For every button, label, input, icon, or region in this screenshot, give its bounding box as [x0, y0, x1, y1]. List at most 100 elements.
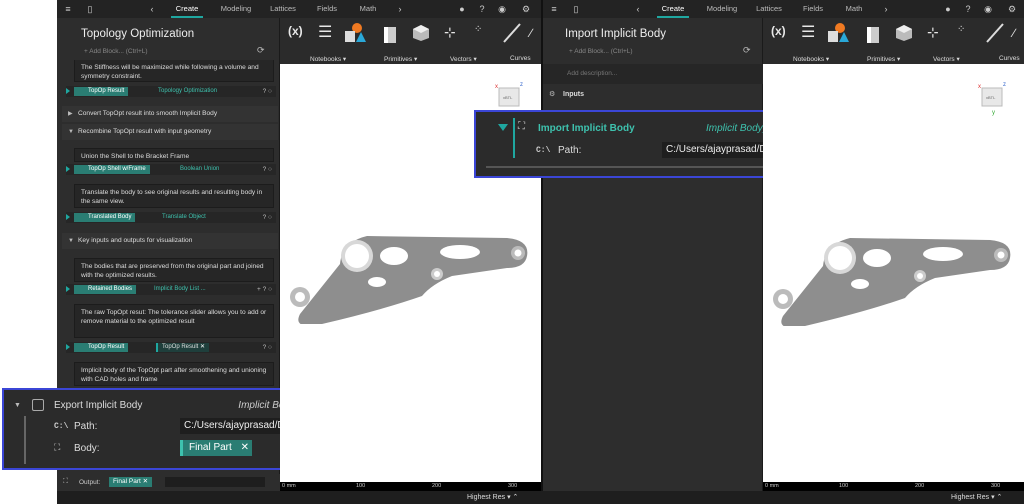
drive-icon: C:\ — [54, 422, 69, 431]
point-cloud-icon[interactable]: ⁘ — [957, 24, 965, 35]
block-output-pill[interactable]: TopOp Result — [74, 87, 129, 96]
help-icon[interactable]: ? — [961, 0, 975, 18]
line-icon[interactable] — [985, 22, 1005, 46]
shapes-icon[interactable] — [825, 20, 849, 48]
tab-create[interactable]: Create — [649, 0, 697, 18]
chevron-up-icon[interactable]: ⌃ — [997, 494, 1003, 501]
ruler-label: 100 — [839, 483, 849, 489]
help-icon[interactable]: ? ○ — [263, 164, 272, 175]
variables-icon[interactable]: (x) — [288, 24, 303, 38]
chevron-right-icon: ▶ — [68, 111, 73, 117]
section-header[interactable]: ▼ Key inputs and outputs for visualizatio… — [62, 233, 278, 249]
block-output-pill[interactable]: TopOp Result — [74, 343, 129, 352]
ribbon-group-curves[interactable]: Curves — [999, 55, 1020, 62]
panel-toggle-icon[interactable]: ▯ — [83, 0, 97, 18]
ruler-label: 0 mm — [765, 483, 779, 489]
help-icon[interactable]: ? ○ — [263, 212, 272, 223]
add-block-button[interactable]: + Add Block... (Ctrl+L) — [569, 48, 633, 55]
shapes-icon[interactable] — [342, 20, 366, 48]
add-block-button[interactable]: + Add Block... (Ctrl+L) — [84, 48, 148, 55]
output-chip[interactable]: Final Part ✕ — [109, 477, 153, 487]
ribbon-group-curves[interactable]: Curves — [510, 55, 531, 62]
block-row[interactable]: TopOp Result Topology Optimization ? ○ — [66, 86, 276, 97]
panel-toggle-icon[interactable]: ▯ — [569, 0, 583, 18]
mic-icon[interactable]: ● — [941, 0, 955, 18]
tab-math[interactable]: Math — [839, 0, 869, 18]
ribbon-group-notebooks[interactable]: Notebooks ▾ — [793, 55, 829, 63]
mic-icon[interactable]: ● — [455, 0, 469, 18]
variables-icon[interactable]: (x) — [771, 24, 786, 38]
close-icon[interactable]: ✕ — [241, 442, 249, 453]
help-icon[interactable]: ? ○ — [263, 342, 272, 353]
ribbon-group-primitives[interactable]: Primitives ▾ — [384, 55, 417, 63]
resolution-select[interactable]: Highest Res ▾ ⌃ — [467, 493, 518, 501]
ribbon-group-primitives[interactable]: Primitives ▾ — [867, 55, 900, 63]
tab-modeling[interactable]: Modeling — [215, 0, 257, 18]
chevron-right-icon[interactable]: › — [879, 0, 893, 18]
settings-icon[interactable]: ⚙ — [1005, 0, 1019, 18]
note: The Stiffness will be maximized while fo… — [74, 60, 274, 82]
input-chip[interactable]: TopOp Result ✕ — [156, 343, 210, 352]
collapse-icon[interactable]: ▼ — [14, 402, 21, 409]
block-output-pill[interactable]: TopOp Shell w/Frame — [74, 165, 150, 174]
line-icon[interactable] — [502, 22, 522, 46]
chevron-up-icon[interactable]: ⌃ — [513, 494, 519, 501]
chevron-right-icon[interactable]: › — [393, 0, 407, 18]
list-icon[interactable]: ☰ — [318, 22, 332, 42]
section-header[interactable]: ▶ Convert TopOpt result into smooth Impli… — [62, 106, 278, 122]
expand-icon[interactable] — [66, 344, 70, 350]
account-icon[interactable]: ◉ — [495, 0, 509, 18]
box-icon[interactable] — [865, 24, 881, 46]
body-input-chip[interactable]: Final Part ✕ — [180, 440, 252, 456]
menu-icon[interactable]: ≡ — [547, 0, 561, 18]
tab-lattices[interactable]: Lattices — [749, 0, 789, 18]
point-icon[interactable]: ⊹ — [927, 24, 939, 41]
point-icon[interactable]: ⊹ — [444, 24, 456, 41]
block-row[interactable]: Retained Bodies Implicit Body List ... +… — [66, 284, 276, 295]
point-cloud-icon[interactable]: ⁘ — [474, 24, 482, 35]
tab-create[interactable]: Create — [163, 0, 211, 18]
expand-icon[interactable] — [66, 214, 70, 220]
block-row[interactable]: Translated Body Translate Object ? ○ — [66, 212, 276, 223]
menu-icon[interactable]: ≡ — [61, 0, 75, 18]
block-name: Translate Object — [162, 214, 206, 220]
expand-icon[interactable] — [66, 166, 70, 172]
account-icon[interactable]: ◉ — [981, 0, 995, 18]
curve-icon[interactable]: ∕ — [1013, 26, 1015, 40]
tab-fields[interactable]: Fields — [797, 0, 829, 18]
help-icon[interactable]: ? — [475, 0, 489, 18]
chevron-left-icon[interactable]: ‹ — [631, 0, 645, 18]
section-header[interactable]: ▼ Recombine TopOpt result with input geom… — [62, 124, 278, 140]
tab-fields[interactable]: Fields — [311, 0, 343, 18]
ribbon-group-vectors[interactable]: Vectors ▾ — [450, 55, 477, 63]
ribbon-group-vectors[interactable]: Vectors ▾ — [933, 55, 960, 63]
curve-icon[interactable]: ∕ — [530, 26, 532, 40]
add-icon[interactable]: + ? ○ — [257, 284, 272, 295]
list-icon[interactable]: ☰ — [801, 22, 815, 42]
refresh-icon[interactable]: ⟳ — [743, 45, 751, 56]
chevron-left-icon[interactable]: ‹ — [145, 0, 159, 18]
tab-modeling[interactable]: Modeling — [701, 0, 743, 18]
expand-icon[interactable] — [66, 88, 70, 94]
output-field[interactable] — [165, 477, 265, 487]
block-output-pill[interactable]: Translated Body — [74, 213, 136, 222]
block-row[interactable]: TopOp Shell w/Frame Boolean Union ? ○ — [66, 164, 276, 175]
block-output-pill[interactable]: Retained Bodies — [74, 285, 137, 294]
help-icon[interactable]: ? ○ — [263, 86, 272, 97]
viewport[interactable]: xBTL x z y — [763, 64, 1024, 482]
box-icon[interactable] — [382, 24, 398, 46]
tab-math[interactable]: Math — [353, 0, 383, 18]
ribbon-group-notebooks[interactable]: Notebooks ▾ — [310, 55, 346, 63]
cube-icon[interactable] — [412, 24, 430, 44]
expand-icon[interactable] — [66, 286, 70, 292]
collapse-icon[interactable] — [498, 124, 508, 131]
block-row[interactable]: TopOp Result TopOp Result ✕ ? ○ — [66, 342, 276, 353]
cube-icon[interactable] — [895, 24, 913, 44]
close-icon[interactable]: ✕ — [200, 344, 205, 350]
refresh-icon[interactable]: ⟳ — [257, 45, 265, 56]
description-field[interactable]: Add description... — [543, 64, 763, 84]
resolution-select[interactable]: Highest Res ▾ ⌃ — [951, 493, 1002, 501]
settings-icon[interactable]: ⚙ — [519, 0, 533, 18]
tab-lattices[interactable]: Lattices — [263, 0, 303, 18]
view-cube-icon[interactable]: xBTL x z y — [978, 80, 1008, 120]
